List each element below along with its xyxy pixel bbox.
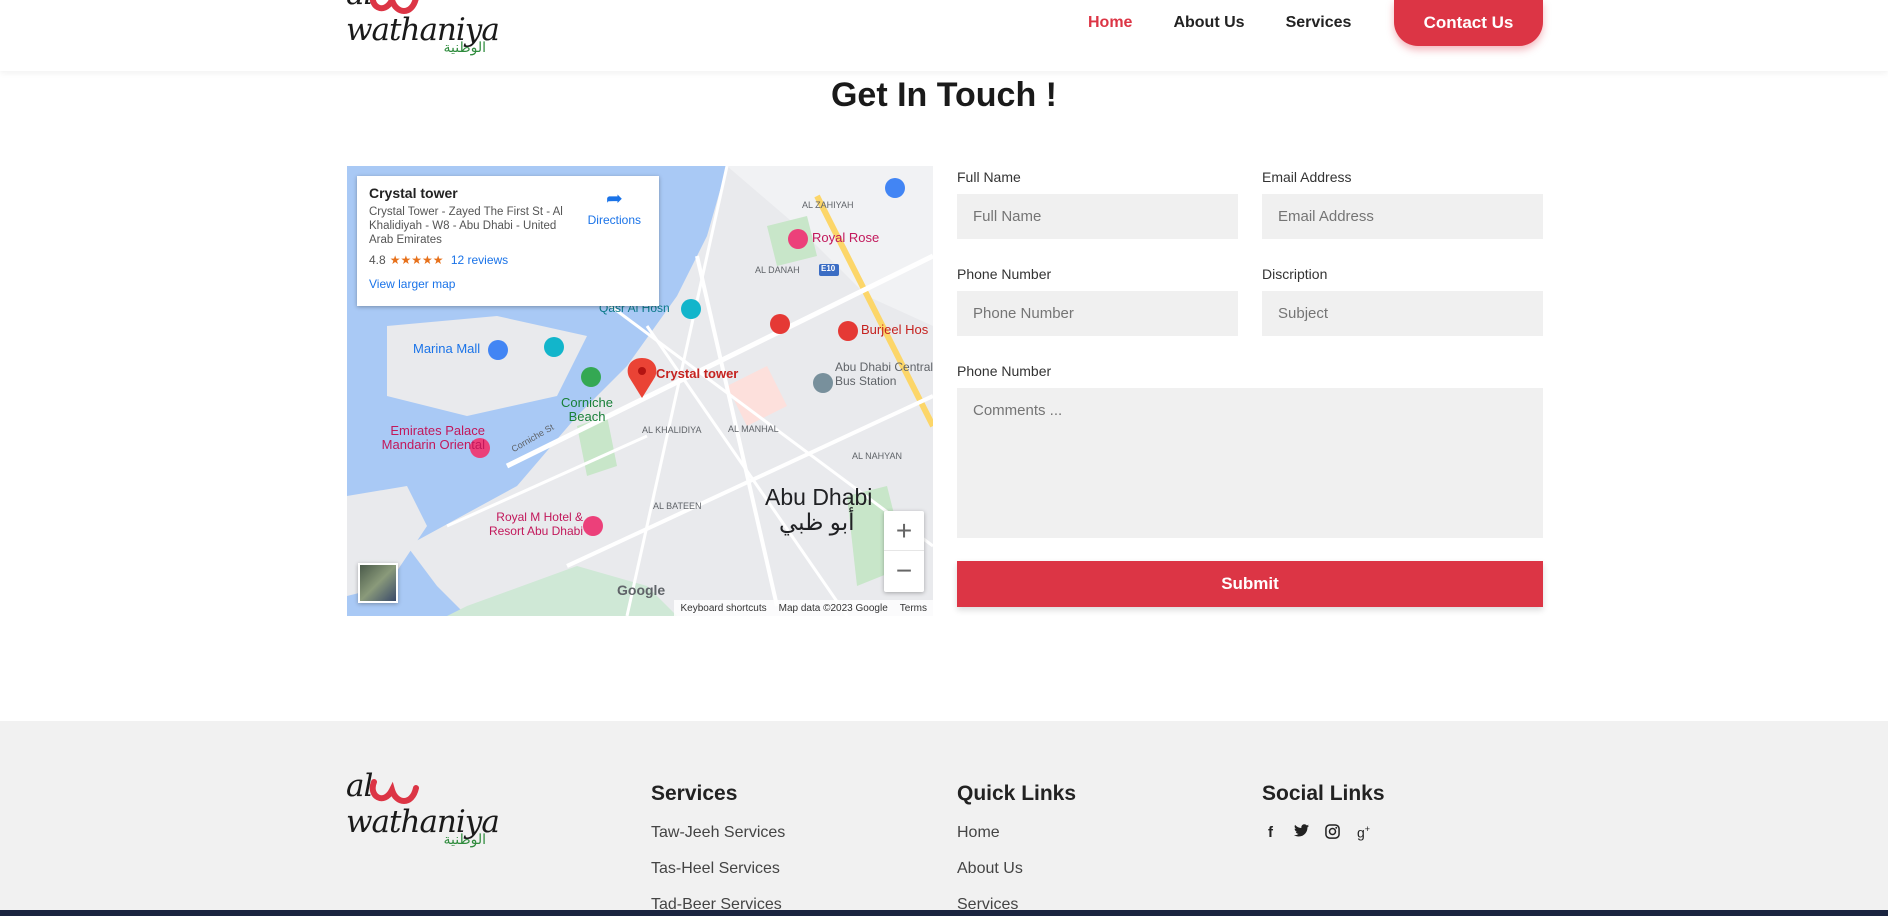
label-al-nahyan: AL NAHYAN [852,451,903,461]
footer-link-tawjeeh[interactable]: Taw-Jeeh Services [651,824,785,842]
satellite-toggle[interactable] [358,563,398,603]
submit-button[interactable]: Submit [957,561,1543,607]
view-larger-map-link[interactable]: View larger map [369,277,647,291]
footer-services-title: Services [651,782,738,805]
email-label: Email Address [1262,169,1352,185]
page-title: Get In Touch ! [830,76,1057,114]
label-emirates-palace: Emirates Palace Mandarin Oriental [381,423,485,452]
city-label: Abu Dhabi [765,484,873,510]
zoom-out-button[interactable]: − [884,551,924,591]
google-logo: Google [617,582,666,598]
label-marina-mall: Marina Mall [413,341,481,356]
comments-label: Phone Number [957,363,1052,379]
social-icons: f g+ [1262,824,1385,843]
comments-textarea[interactable] [973,402,1527,522]
zoom-in-button[interactable]: + [884,511,924,551]
reviews-link[interactable]: 12 reviews [451,253,508,267]
facebook-icon[interactable]: f [1262,824,1279,843]
footer-social-title: Social Links [1262,782,1385,805]
instagram-icon[interactable] [1324,824,1341,843]
footer-link-home[interactable]: Home [957,824,1076,842]
phone-field[interactable] [957,291,1238,336]
site-footer [0,721,1888,916]
footer-quick-links-column: Quick Links Home About Us Services [957,782,1076,914]
directions-icon: ➦ [605,188,623,210]
footer-logo[interactable]: al wathaniya الوطنية [346,768,500,850]
logo-arabic: الوطنية [443,39,487,55]
nav-services[interactable]: Services [1286,14,1352,32]
nav-about-us[interactable]: About Us [1173,14,1244,32]
subject-input[interactable] [1278,305,1527,322]
phone-label: Phone Number [957,266,1052,282]
info-rating-row: 4.8 ★★★★★ 12 reviews [369,253,647,267]
google-map[interactable]: Crystal tower Abu Dhabi أبو ظبي Royal Ro… [347,166,933,616]
footer-logo-latin: al wathaniya [346,768,500,840]
directions-button[interactable]: ➦ Directions [588,186,641,227]
email-input[interactable] [1278,208,1527,225]
label-al-bateen: AL BATEEN [653,501,702,511]
rating-stars-icon: ★★★★★ [389,253,444,267]
label-al-danah: AL DANAH [755,265,800,275]
google-plus-icon[interactable]: g+ [1355,824,1372,843]
label-al-zahiyah: AL ZAHIYAH [802,200,854,210]
footer-services-column: Services Taw-Jeeh Services Tas-Heel Serv… [651,782,785,914]
subject-field[interactable] [1262,291,1543,336]
full-name-field[interactable] [957,194,1238,239]
header-logo[interactable]: al wathaniya الوطنية [346,0,500,56]
footer-quick-title: Quick Links [957,782,1077,805]
site-header: al wathaniya الوطنية Home About Us Servi… [0,0,1888,71]
label-al-khalidiya: AL KHALIDIYA [642,425,702,435]
phone-input[interactable] [973,305,1222,322]
main-nav: Home About Us Services [1088,0,1392,46]
label-bus-station: Abu Dhabi Central Bus Station [835,360,933,388]
marker-label: Crystal tower [656,366,739,381]
terms-link[interactable]: Terms [900,603,927,614]
rating-value: 4.8 [369,253,386,267]
keyboard-shortcuts-link[interactable]: Keyboard shortcuts [680,603,766,614]
footer-bottom-bar [0,910,1888,916]
city-label-ar: أبو ظبي [779,509,855,535]
full-name-label: Full Name [957,169,1021,185]
label-royal-rose: Royal Rose [812,230,880,245]
map-data-label: Map data ©2023 Google [778,602,888,614]
label-burjeel: Burjeel Hos [861,322,929,337]
label-al-manhal: AL MANHAL [728,424,779,434]
contact-us-button[interactable]: Contact Us [1394,0,1543,46]
label-corniche-beach: Corniche Beach [560,395,614,424]
directions-label: Directions [587,213,641,227]
twitter-icon[interactable] [1293,824,1310,843]
nav-home[interactable]: Home [1088,14,1132,32]
label-e10: E10 [821,264,836,273]
full-name-input[interactable] [973,208,1222,225]
zoom-controls: + − [884,511,924,592]
footer-link-about[interactable]: About Us [957,860,1076,878]
map-info-window: Crystal tower Crystal Tower - Zayed The … [357,176,659,306]
footer-social-column: Social Links f g+ [1262,782,1385,843]
footer-logo-arabic: الوطنية [443,831,487,847]
comments-field[interactable] [957,388,1543,538]
footer-link-tasheel[interactable]: Tas-Heel Services [651,860,785,878]
info-address: Crystal Tower - Zayed The First St - Al … [369,206,563,246]
email-field[interactable] [1262,194,1543,239]
map-attribution: Keyboard shortcuts Map data ©2023 Google… [674,600,933,616]
description-label: Discription [1262,266,1328,282]
label-royal-m: Royal M Hotel & Resort Abu Dhabi [488,510,583,538]
